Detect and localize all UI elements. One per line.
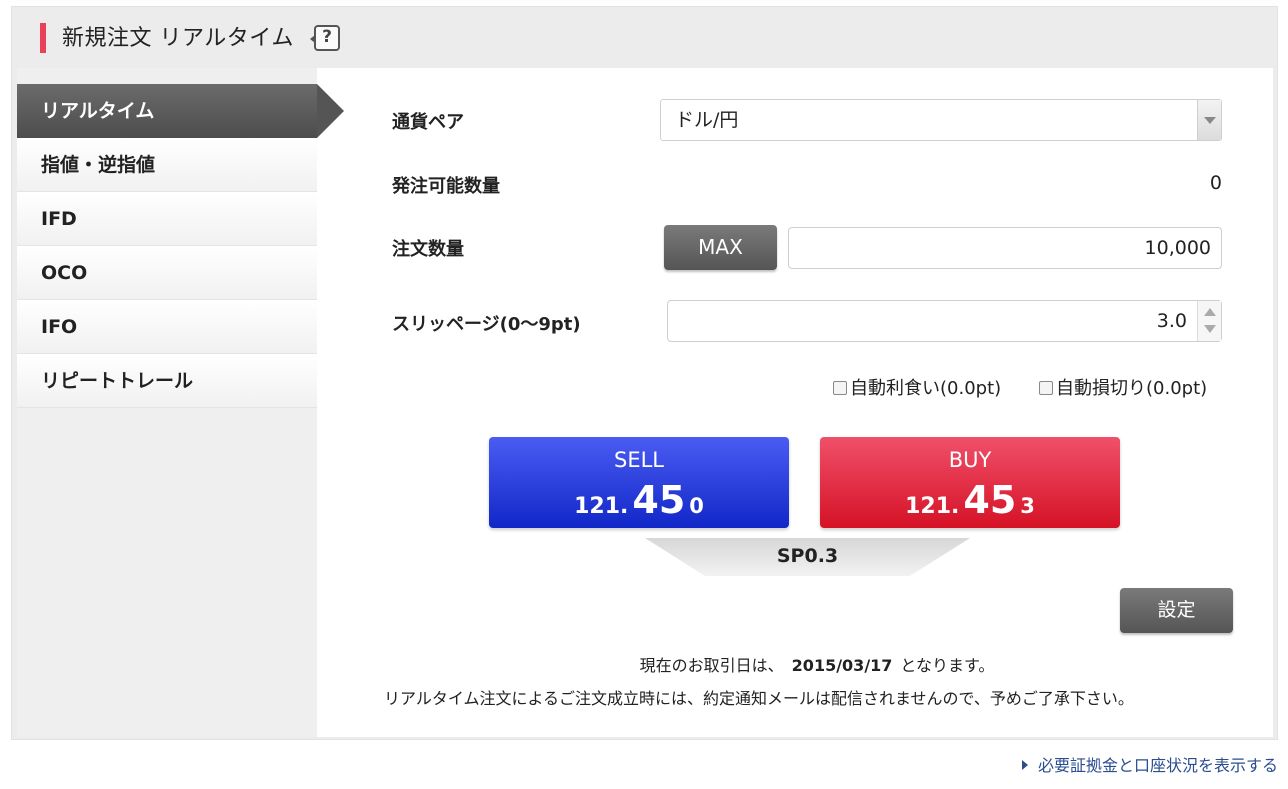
sell-button[interactable]: SELL 121. 45 0 [489, 437, 789, 528]
buy-button[interactable]: BUY 121. 45 3 [820, 437, 1120, 528]
panel-content: リアルタイム 指値・逆指値 IFD OCO IFO リピートトレール 通貨ペア … [17, 68, 1273, 737]
auto-loss-checkbox[interactable]: 自動損切り(0.0pt) [1039, 374, 1207, 400]
auto-profit-label: 自動利食い(0.0pt) [850, 378, 1002, 399]
buy-side-label: BUY [948, 448, 992, 472]
stepper-down-icon[interactable] [1204, 325, 1216, 333]
checkbox-icon[interactable] [1039, 381, 1053, 395]
slippage-value: 3.0 [1156, 310, 1187, 332]
tab-ifd[interactable]: IFD [17, 192, 317, 246]
tab-realtime[interactable]: リアルタイム [17, 84, 344, 138]
checkbox-icon[interactable] [833, 381, 847, 395]
header-accent-bar [40, 23, 46, 53]
currency-pair-value: ドル/円 [675, 109, 739, 131]
slippage-input[interactable]: 3.0 [667, 300, 1222, 342]
spread-value: SP0.3 [776, 545, 839, 567]
settings-button[interactable]: 設定 [1120, 588, 1233, 633]
auto-loss-label: 自動損切り(0.0pt) [1056, 378, 1208, 399]
order-panel: 新規注文 リアルタイム ? リアルタイム 指値・逆指値 IFD OCO IFO … [11, 6, 1278, 740]
currency-pair-select[interactable]: ドル/円 [660, 99, 1222, 141]
tab-repeat-trail[interactable]: リピートトレール [17, 354, 317, 408]
available-quantity-value: 0 [1209, 172, 1222, 194]
auto-profit-checkbox[interactable]: 自動利食い(0.0pt) [833, 374, 1001, 400]
slippage-label: スリッページ(0〜9pt) [392, 314, 581, 335]
sell-price: 121. 45 0 [489, 478, 789, 522]
help-icon[interactable]: ? [310, 25, 340, 51]
tab-oco[interactable]: OCO [17, 246, 317, 300]
triangle-right-icon [1021, 760, 1028, 770]
buy-price-pips: 45 [963, 478, 1017, 522]
sell-price-big: 121. [574, 494, 629, 519]
page-title: 新規注文 リアルタイム [62, 26, 294, 51]
quantity-label: 注文数量 [392, 239, 464, 260]
stepper-up-icon[interactable] [1204, 308, 1216, 316]
order-form: 通貨ペア ドル/円 発注可能数量 0 注文数量 MAX 10,000 スリッペー… [317, 68, 1273, 737]
buy-price: 121. 45 3 [820, 478, 1120, 522]
panel-header: 新規注文 リアルタイム ? [12, 7, 1277, 68]
trade-date-suffix: となります。 [900, 656, 995, 675]
trade-date: 2015/03/17 [791, 656, 893, 675]
trade-date-notice: 現在のお取引日は、 2015/03/17 となります。 [317, 652, 1288, 676]
realtime-order-notice: リアルタイム注文によるご注文成立時には、約定通知メールは配信されませんので、予め… [384, 689, 1134, 708]
sell-price-frac: 0 [689, 494, 704, 518]
trade-date-prefix: 現在のお取引日は、 [639, 656, 784, 675]
sell-price-pips: 45 [632, 478, 686, 522]
margin-status-link[interactable]: 必要証拠金と口座状況を表示する [1021, 752, 1278, 776]
sell-side-label: SELL [614, 448, 664, 472]
tab-ifo[interactable]: IFO [17, 300, 317, 354]
tab-limit-stop[interactable]: 指値・逆指値 [17, 138, 317, 192]
margin-status-link-label: 必要証拠金と口座状況を表示する [1037, 756, 1278, 775]
max-button[interactable]: MAX [664, 225, 777, 270]
slippage-stepper[interactable] [1197, 301, 1221, 341]
available-quantity-label: 発注可能数量 [392, 176, 500, 197]
quantity-input[interactable]: 10,000 [788, 227, 1222, 269]
order-type-sidebar: リアルタイム 指値・逆指値 IFD OCO IFO リピートトレール [17, 68, 344, 737]
spread-indicator: SP0.3 [645, 538, 970, 576]
buy-price-frac: 3 [1020, 494, 1035, 518]
pair-label: 通貨ペア [392, 112, 464, 133]
chevron-down-icon[interactable] [1197, 100, 1221, 140]
buy-price-big: 121. [905, 494, 960, 519]
